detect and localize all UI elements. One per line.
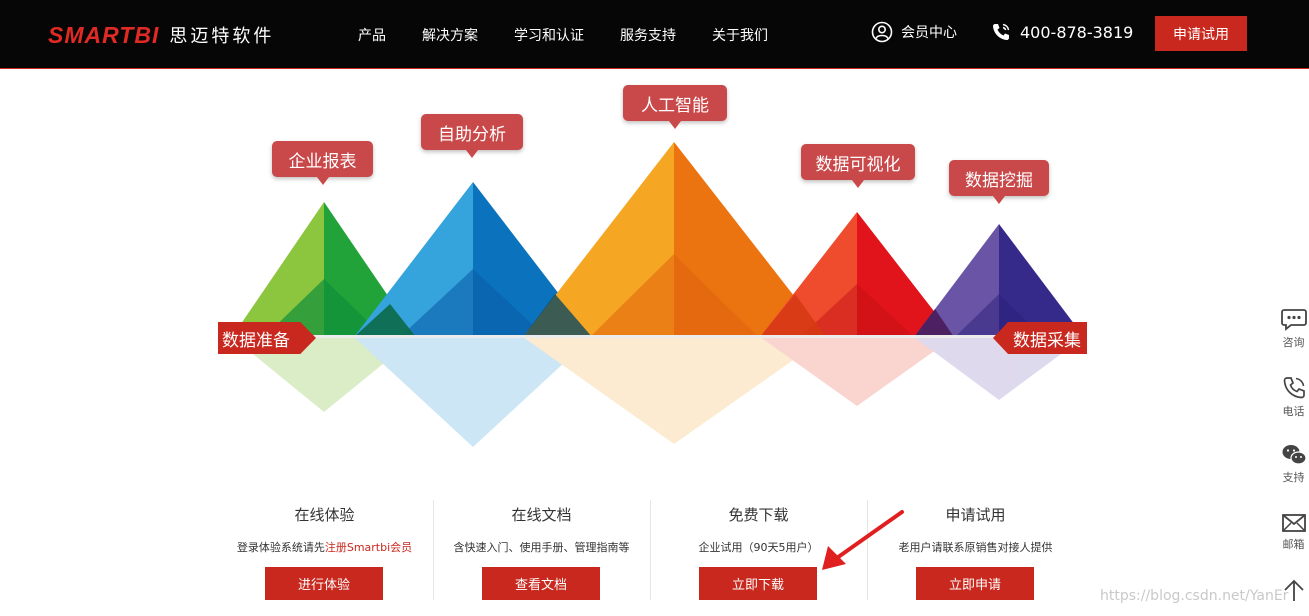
phone-icon — [993, 23, 1010, 40]
nav-item-solutions[interactable]: 解决方案 — [422, 25, 478, 45]
feature-online-docs: 在线文档 含快速入门、使用手册、管理指南等 查看文档 — [433, 496, 650, 606]
hero-illustration: 企业报表 自助分析 人工智能 数据可视化 数据挖掘 数据准备 数据采集 — [0, 69, 1309, 489]
feature-title: 在线文档 — [511, 506, 572, 524]
download-now-button[interactable]: 立即下载 — [699, 567, 817, 600]
sidebar-item-consult[interactable]: 咨询 — [1278, 308, 1309, 350]
phone-number: 400-878-3819 — [1020, 22, 1134, 42]
sidebar-label: 支持 — [1282, 471, 1305, 484]
callout-artificial-intelligence: 人工智能 — [623, 85, 727, 129]
sidebar-item-phone[interactable]: 电话 — [1278, 375, 1309, 419]
callout-self-service-analysis: 自助分析 — [421, 114, 523, 158]
register-member-link[interactable]: 注册Smartbi会员 — [325, 541, 412, 554]
phone-link[interactable]: 400-878-3819 — [990, 21, 1133, 43]
member-center-link[interactable]: 会员中心 — [871, 21, 957, 43]
phone-icon — [1283, 377, 1305, 399]
tag-data-preparation: 数据准备 — [218, 322, 316, 354]
feature-online-trial: 在线体验 登录体验系统请先注册Smartbi会员 进行体验 — [216, 496, 433, 606]
member-center-label: 会员中心 — [901, 25, 957, 41]
feature-desc-text: 登录体验系统请先 — [236, 541, 325, 554]
nav-item-learning[interactable]: 学习和认证 — [514, 25, 584, 45]
sidebar-label: 咨询 — [1282, 336, 1305, 349]
logo-mark: SMARTBI — [48, 21, 160, 48]
callout-data-visualization: 数据可视化 — [801, 144, 915, 188]
nav-item-support[interactable]: 服务支持 — [620, 25, 676, 45]
apply-trial-button[interactable]: 申请试用 — [1155, 16, 1247, 51]
annotation-arrow-icon — [822, 510, 904, 570]
nav-item-products[interactable]: 产品 — [358, 25, 386, 45]
sidebar-label: 邮箱 — [1282, 538, 1305, 551]
apply-now-button[interactable]: 立即申请 — [916, 567, 1034, 600]
logo[interactable]: SMARTBI 思迈特软件 — [48, 20, 274, 50]
view-docs-button[interactable]: 查看文档 — [482, 567, 600, 600]
user-circle-icon — [871, 21, 893, 43]
sidebar-item-mail[interactable]: 邮箱 — [1278, 512, 1309, 552]
callout-data-mining: 数据挖掘 — [949, 160, 1049, 204]
logo-company-name: 思迈特软件 — [169, 26, 275, 47]
chat-icon — [1280, 309, 1307, 331]
feature-title: 在线体验 — [294, 506, 355, 524]
pyramids-graphic — [218, 142, 1086, 447]
feature-desc: 登录体验系统请先注册Smartbi会员 — [216, 539, 433, 555]
nav-item-about[interactable]: 关于我们 — [712, 25, 768, 45]
top-header: SMARTBI 思迈特软件 产品 解决方案 学习和认证 服务支持 关于我们 会员… — [0, 0, 1309, 69]
start-trial-button[interactable]: 进行体验 — [265, 567, 383, 600]
callout-enterprise-report: 企业报表 — [272, 141, 373, 185]
sidebar-label: 电话 — [1282, 405, 1305, 418]
watermark-text: https://blog.csdn.net/YanEr — [1100, 588, 1289, 604]
sidebar-item-support[interactable]: 支持 — [1278, 443, 1309, 485]
wechat-icon — [1282, 445, 1307, 465]
feature-desc: 含快速入门、使用手册、管理指南等 — [453, 541, 630, 554]
tag-data-collection: 数据采集 — [993, 322, 1087, 354]
mail-icon — [1281, 514, 1306, 532]
